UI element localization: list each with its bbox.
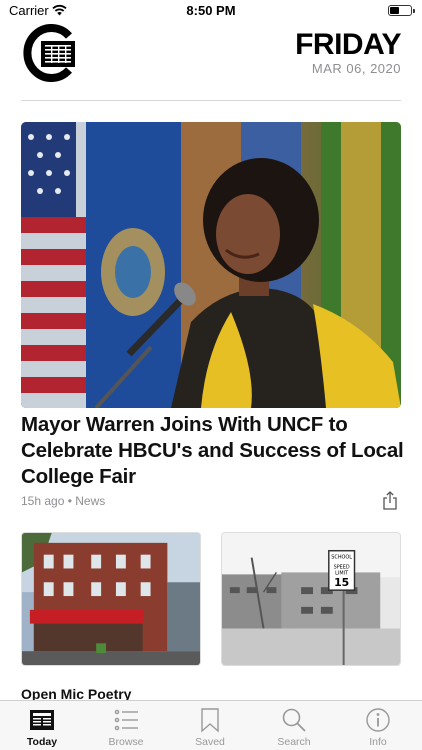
tab-label: Info <box>369 736 387 748</box>
tab-today[interactable]: Today <box>0 701 84 750</box>
status-bar: Carrier 8:50 PM <box>0 0 422 22</box>
story-thumbnail-building[interactable] <box>21 532 201 666</box>
battery-icon <box>388 5 415 16</box>
bookmark-icon <box>201 708 219 733</box>
list-icon <box>114 709 138 731</box>
newspaper-icon <box>30 710 54 730</box>
tab-info[interactable]: Info <box>336 701 420 750</box>
featured-meta: 15h ago • News <box>21 494 106 508</box>
svg-text:15: 15 <box>334 576 349 589</box>
status-time: 8:50 PM <box>186 3 236 18</box>
date-label: MAR 06, 2020 <box>311 61 401 76</box>
tab-search[interactable]: Search <box>252 701 336 750</box>
tab-label: Saved <box>195 736 225 748</box>
featured-headline[interactable]: Mayor Warren Joins With UNCF to Celebrat… <box>21 412 406 490</box>
tab-saved[interactable]: Saved <box>168 701 252 750</box>
tab-browse[interactable]: Browse <box>84 701 168 750</box>
svg-text:SCHOOL: SCHOOL <box>331 555 352 561</box>
tab-label: Browse <box>108 736 144 748</box>
share-icon[interactable] <box>382 491 398 510</box>
day-heading: FRIDAY <box>295 28 401 61</box>
tab-label: Search <box>277 736 311 748</box>
app-logo <box>23 24 75 82</box>
story-thumbnail-school[interactable]: SCHOOL SPEED LIMIT 15 <box>221 532 401 666</box>
tab-label: Today <box>26 736 58 748</box>
tab-bar: Today Browse Saved Search Info <box>0 700 422 750</box>
info-icon <box>366 708 390 732</box>
header-divider <box>21 100 401 101</box>
search-icon <box>282 708 306 732</box>
featured-story-image[interactable] <box>21 122 401 408</box>
